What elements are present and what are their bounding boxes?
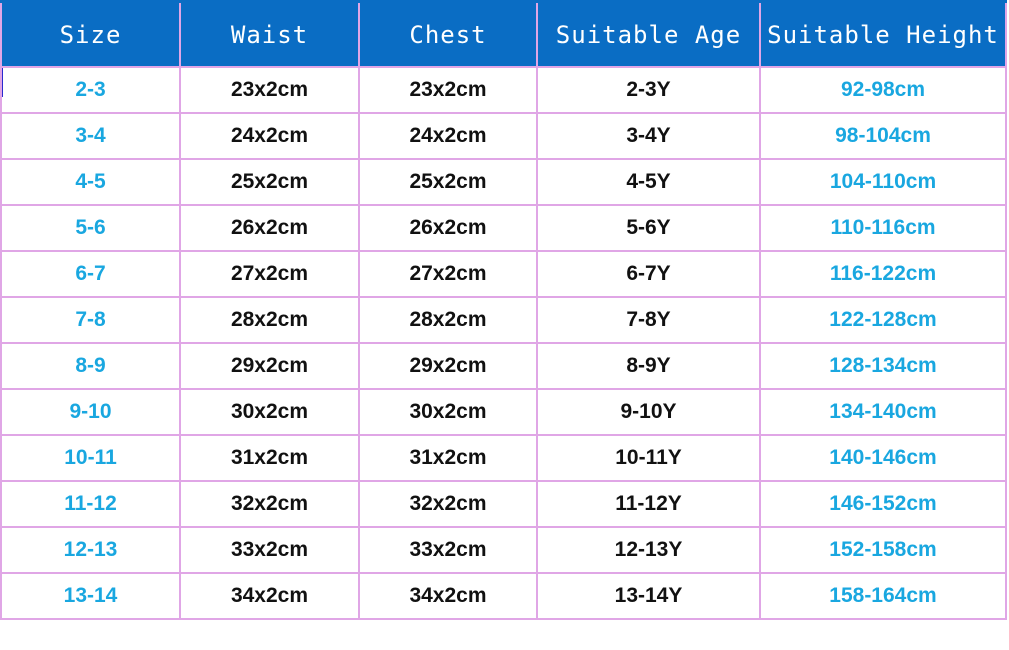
- age-cell: 5-6Y: [536, 204, 761, 252]
- height-cell: 122-128cm: [759, 296, 1007, 344]
- waist-cell: 27x2cm: [179, 250, 360, 298]
- table-row: 10-11 31x2cm 31x2cm 10-11Y 140-146cm: [0, 434, 1007, 482]
- table-row: 11-12 32x2cm 32x2cm 11-12Y 146-152cm: [0, 480, 1007, 528]
- waist-cell: 24x2cm: [179, 112, 360, 160]
- table-body: 2-3 23x2cm 23x2cm 2-3Y 92-98cm 3-4 24x2cm 24x2c…: [0, 66, 1007, 620]
- waist-cell: 29x2cm: [179, 342, 360, 390]
- size-cell: 8-9: [0, 342, 181, 390]
- size-cell: 13-14: [0, 572, 181, 620]
- size-cell: 11-12: [0, 480, 181, 528]
- height-cell: 92-98cm: [759, 66, 1007, 114]
- height-cell: 134-140cm: [759, 388, 1007, 436]
- age-cell: 3-4Y: [536, 112, 761, 160]
- age-cell: 6-7Y: [536, 250, 761, 298]
- age-cell: 11-12Y: [536, 480, 761, 528]
- height-cell: 152-158cm: [759, 526, 1007, 574]
- table-row: 9-10 30x2cm 30x2cm 9-10Y 134-140cm: [0, 388, 1007, 436]
- chest-cell: 29x2cm: [358, 342, 538, 390]
- size-cell: 12-13: [0, 526, 181, 574]
- table-row: 3-4 24x2cm 24x2cm 3-4Y 98-104cm: [0, 112, 1007, 160]
- age-cell: 13-14Y: [536, 572, 761, 620]
- table-row: 4-5 25x2cm 25x2cm 4-5Y 104-110cm: [0, 158, 1007, 206]
- age-cell: 7-8Y: [536, 296, 761, 344]
- age-cell: 8-9Y: [536, 342, 761, 390]
- height-cell: 128-134cm: [759, 342, 1007, 390]
- chest-cell: 25x2cm: [358, 158, 538, 206]
- chest-cell: 23x2cm: [358, 66, 538, 114]
- age-cell: 10-11Y: [536, 434, 761, 482]
- table-row: 8-9 29x2cm 29x2cm 8-9Y 128-134cm: [0, 342, 1007, 390]
- height-cell: 140-146cm: [759, 434, 1007, 482]
- column-header-suitable-age: Suitable Age: [536, 0, 761, 68]
- chest-cell: 34x2cm: [358, 572, 538, 620]
- table-row: 7-8 28x2cm 28x2cm 7-8Y 122-128cm: [0, 296, 1007, 344]
- waist-cell: 32x2cm: [179, 480, 360, 528]
- header-row: Size Waist Chest Suitable Age Suitable H…: [0, 0, 1007, 68]
- column-header-chest: Chest: [358, 0, 538, 68]
- age-cell: 2-3Y: [536, 66, 761, 114]
- chest-cell: 24x2cm: [358, 112, 538, 160]
- size-chart-table: Size Waist Chest Suitable Age Suitable H…: [0, 0, 1007, 620]
- size-cell: 6-7: [0, 250, 181, 298]
- size-cell: 9-10: [0, 388, 181, 436]
- table-row: 6-7 27x2cm 27x2cm 6-7Y 116-122cm: [0, 250, 1007, 298]
- chest-cell: 27x2cm: [358, 250, 538, 298]
- table-row: 12-13 33x2cm 33x2cm 12-13Y 152-158cm: [0, 526, 1007, 574]
- height-cell: 116-122cm: [759, 250, 1007, 298]
- column-header-suitable-height: Suitable Height: [759, 0, 1007, 68]
- waist-cell: 25x2cm: [179, 158, 360, 206]
- chest-cell: 30x2cm: [358, 388, 538, 436]
- chest-cell: 33x2cm: [358, 526, 538, 574]
- size-cell: 5-6: [0, 204, 181, 252]
- table-row: 13-14 34x2cm 34x2cm 13-14Y 158-164cm: [0, 572, 1007, 620]
- table-row: 5-6 26x2cm 26x2cm 5-6Y 110-116cm: [0, 204, 1007, 252]
- waist-cell: 26x2cm: [179, 204, 360, 252]
- size-cell: 2-3: [0, 66, 181, 114]
- waist-cell: 34x2cm: [179, 572, 360, 620]
- waist-cell: 23x2cm: [179, 66, 360, 114]
- size-cell: 4-5: [0, 158, 181, 206]
- column-header-size: Size: [0, 0, 181, 68]
- size-cell: 3-4: [0, 112, 181, 160]
- column-header-waist: Waist: [179, 0, 360, 68]
- waist-cell: 33x2cm: [179, 526, 360, 574]
- size-cell: 10-11: [0, 434, 181, 482]
- table-header: Size Waist Chest Suitable Age Suitable H…: [0, 0, 1007, 68]
- height-cell: 98-104cm: [759, 112, 1007, 160]
- chest-cell: 26x2cm: [358, 204, 538, 252]
- height-cell: 104-110cm: [759, 158, 1007, 206]
- age-cell: 9-10Y: [536, 388, 761, 436]
- table-row: 2-3 23x2cm 23x2cm 2-3Y 92-98cm: [0, 66, 1007, 114]
- height-cell: 158-164cm: [759, 572, 1007, 620]
- age-cell: 4-5Y: [536, 158, 761, 206]
- height-cell: 110-116cm: [759, 204, 1007, 252]
- waist-cell: 28x2cm: [179, 296, 360, 344]
- chest-cell: 32x2cm: [358, 480, 538, 528]
- waist-cell: 31x2cm: [179, 434, 360, 482]
- height-cell: 146-152cm: [759, 480, 1007, 528]
- chest-cell: 31x2cm: [358, 434, 538, 482]
- size-cell: 7-8: [0, 296, 181, 344]
- waist-cell: 30x2cm: [179, 388, 360, 436]
- chest-cell: 28x2cm: [358, 296, 538, 344]
- age-cell: 12-13Y: [536, 526, 761, 574]
